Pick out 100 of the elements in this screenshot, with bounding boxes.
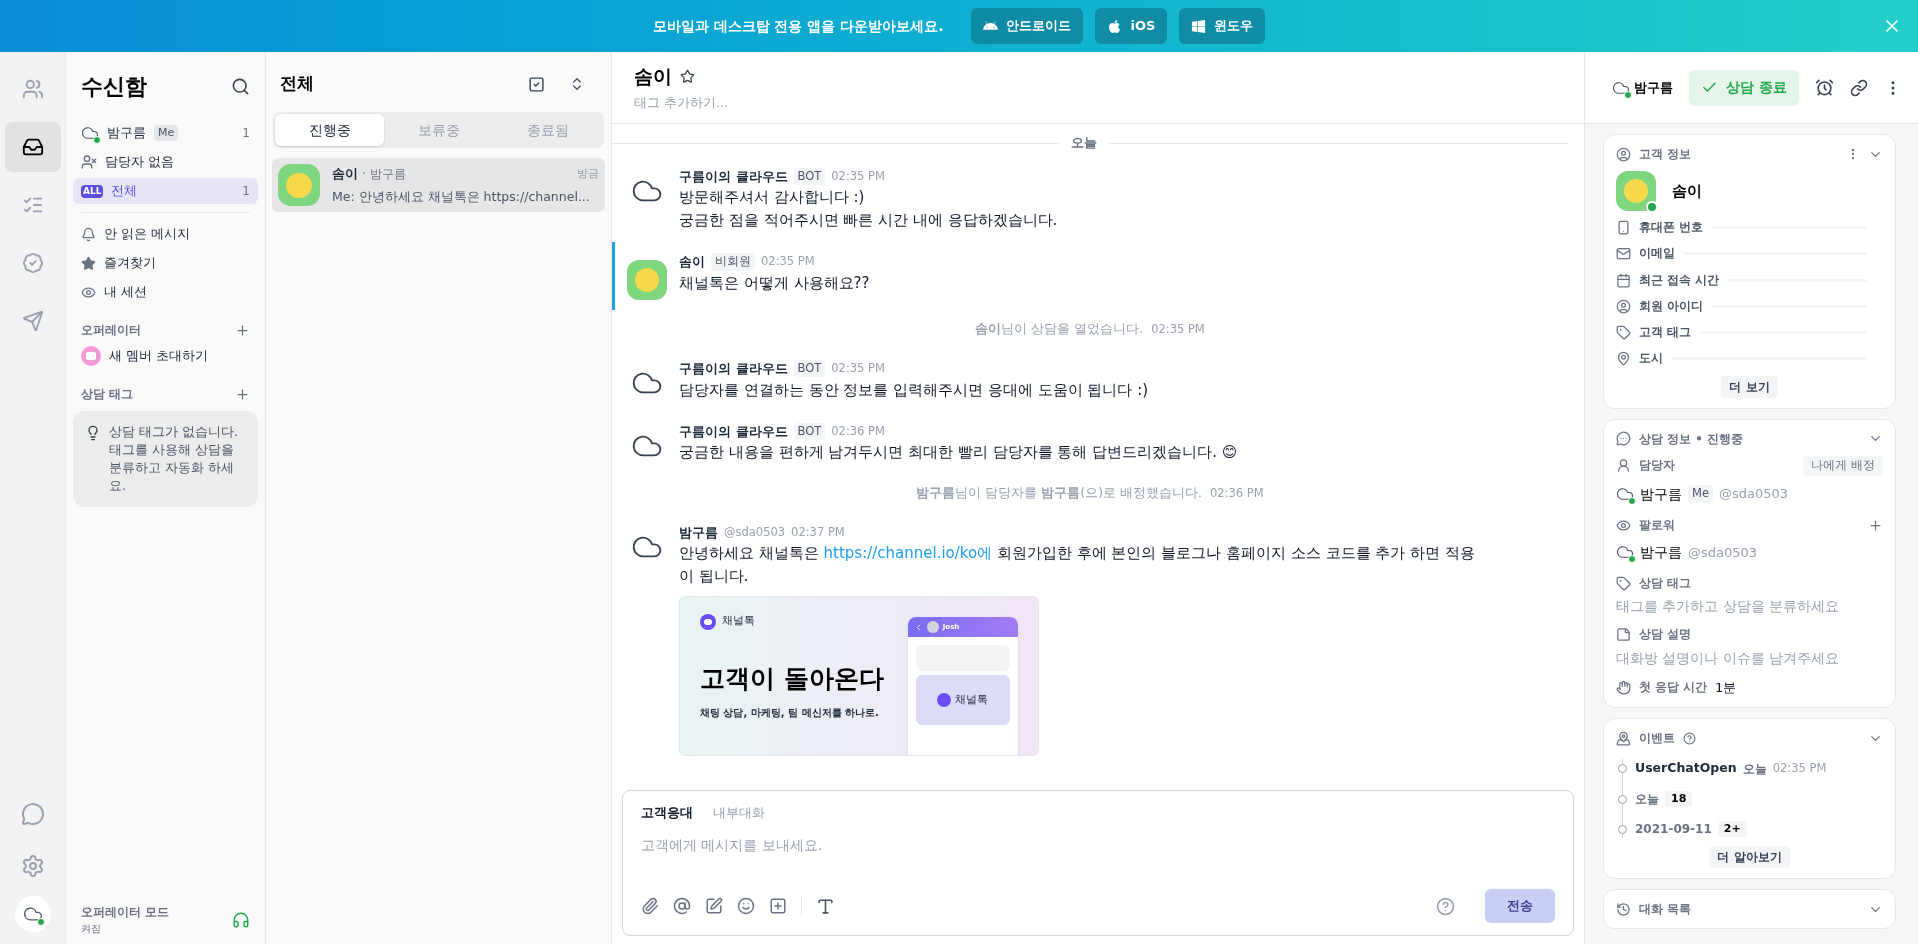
link-icon[interactable]: [1850, 78, 1868, 97]
sender-name: 밤구름: [679, 523, 718, 542]
message-preview: Me: 안녕하세요 채널톡은 https://channel...: [332, 187, 591, 206]
item-label: 담당자 없음: [105, 153, 175, 172]
star-icon[interactable]: [680, 68, 695, 84]
first-response-time: 1분: [1715, 678, 1737, 697]
add-icon[interactable]: [235, 386, 250, 402]
help-icon[interactable]: [1683, 731, 1696, 745]
field-label: 담당자: [1639, 456, 1675, 474]
item-count: 1: [242, 183, 250, 200]
sidebar-item[interactable]: 내 세션: [73, 279, 258, 305]
help-icon[interactable]: [1436, 896, 1455, 916]
sender-badge: BOT: [793, 422, 826, 440]
star-icon: [81, 255, 96, 271]
at-sign-icon[interactable]: [673, 897, 691, 915]
chat-list-item[interactable]: 솜이 · 밤구름 방금 Me: 안녕하세요 채널톡은 https://channel...: [272, 158, 605, 213]
message-text: 궁금한 점을 적어주시면 빠른 시간 내에 응답하겠습니다.: [679, 210, 1058, 232]
nav-button[interactable]: [4, 122, 61, 172]
eye-icon: [81, 284, 96, 300]
customer-name: 솜이: [1672, 180, 1702, 202]
card-title: 대화 목록: [1639, 901, 1692, 918]
add-square-icon[interactable]: [769, 897, 787, 915]
section-title: 오퍼레이터: [81, 322, 141, 339]
lightbulb-icon: [85, 425, 101, 441]
sender-name: 구름이의 클라우드: [679, 167, 788, 186]
message-text: 궁금한 내용을 편하게 남겨두시면 최대한 빨리 담당자를 통해 답변드리겠습니다. 😊: [679, 442, 1238, 463]
tag-icon: [1616, 325, 1631, 341]
card-title: 이벤트: [1639, 730, 1675, 748]
sidebar-item[interactable]: 즐겨찾기: [73, 250, 258, 276]
text-format-icon[interactable]: [816, 896, 835, 916]
cloud-avatar-icon: [81, 124, 99, 142]
sender-name: 구름이의 클라우드: [679, 360, 788, 378]
card-title: 고객 정보: [1639, 146, 1692, 163]
calendar-icon: [1616, 272, 1631, 288]
avatar: [278, 164, 320, 207]
status-tab[interactable]: 진행중: [275, 114, 384, 146]
cloud-avatar-icon: [1616, 543, 1634, 562]
event-count: 2+: [1717, 820, 1747, 838]
field-label: 이메일: [1639, 245, 1675, 263]
sender-name: 구름이의 클라우드: [679, 422, 788, 441]
cloud-avatar-icon: [1616, 485, 1634, 503]
message-link[interactable]: https://channel.io/ko에: [823, 544, 993, 563]
item-label: 밤구름: [107, 124, 146, 143]
message-time: 02:35 PM: [1151, 321, 1205, 338]
smile-icon[interactable]: [737, 897, 755, 915]
event-time: 02:35 PM: [1772, 760, 1827, 777]
learn-more-button[interactable]: 더 알아보기: [1709, 846, 1790, 868]
me-badge: Me: [1688, 485, 1713, 503]
logo-text: 채널톡: [955, 692, 989, 708]
event-date: 오늘: [1635, 791, 1659, 808]
windows-icon: [1191, 18, 1207, 34]
profile-button[interactable]: [14, 896, 51, 932]
badge-check-icon: [21, 252, 44, 274]
avatar: [1616, 171, 1656, 211]
event-count: 18: [1665, 790, 1693, 808]
edit-icon[interactable]: [705, 897, 723, 915]
sidebar-item[interactable]: 담당자 없음: [73, 149, 258, 175]
section-title: 상담 태그: [81, 386, 134, 403]
app-download-button[interactable]: 윈도우: [1179, 8, 1266, 44]
assign-to-me-button[interactable]: 나에게 배정: [1803, 455, 1883, 476]
message-text: 채널톡은 어떻게 사용해요??: [679, 272, 870, 294]
empty-tags-text: 상담 태그가 없습니다. 태그를 사용해 상담을 분류하고 자동화 하세요.: [109, 423, 239, 495]
user-circle-icon: [1616, 146, 1631, 162]
user-icon: [1616, 458, 1631, 473]
map-pin-icon: [1616, 351, 1631, 367]
event-date: 2021-09-11: [1635, 821, 1712, 838]
message-time: 02:37 PM: [791, 523, 845, 541]
paperclip-icon[interactable]: [641, 897, 659, 915]
message-input[interactable]: 고객에게 메시지를 보내세요.: [641, 834, 1555, 856]
apple-icon: [1107, 18, 1123, 34]
operator-mode-label: 오퍼레이터 모드: [81, 904, 170, 921]
app-download-button[interactable]: 안드로이드: [971, 8, 1084, 44]
operator-mode-status: 켜짐: [81, 922, 102, 936]
add-icon[interactable]: [1868, 517, 1883, 533]
search-icon[interactable]: [231, 76, 250, 96]
sidebar-item[interactable]: 안 읽은 메시지: [73, 221, 258, 247]
inbox-icon: [21, 136, 44, 158]
field-label: 회원 아이디: [1639, 297, 1703, 315]
composer-tab[interactable]: 고객응대: [641, 803, 693, 823]
invite-member-item[interactable]: 새 멤버 초대하기: [73, 343, 258, 369]
app-download-button[interactable]: iOS: [1095, 8, 1168, 44]
event-date: 오늘: [1742, 760, 1767, 778]
sender-badge: BOT: [793, 360, 826, 378]
select-icon[interactable]: [528, 75, 545, 93]
sidebar-item[interactable]: 밤구름 Me 1: [73, 120, 258, 146]
chat-logo-icon: [700, 613, 716, 630]
chat-dots-icon: [1616, 431, 1631, 446]
item-label: 전체: [111, 182, 138, 201]
headphones-icon[interactable]: [232, 910, 250, 929]
assignee-handle: @sda0503: [1719, 485, 1789, 504]
alarm-clock-icon[interactable]: [1815, 78, 1834, 97]
show-more-button[interactable]: 더 보기: [1721, 375, 1778, 398]
logo-text: 채널톡: [722, 613, 755, 630]
follower-handle: @sda0503: [1688, 543, 1758, 562]
sidebar-item[interactable]: ALL 전체 1: [73, 178, 258, 204]
message-text: 담당자를 연결하는 동안 정보를 입력해주시면 응대에 도움이 됩니다 :): [679, 379, 1149, 401]
system-message: 솜이님이 상담을 열었습니다.: [975, 320, 1144, 339]
sender-handle: @sda0503: [724, 523, 786, 541]
assignee-name: · 밤구름: [362, 165, 406, 183]
add-icon[interactable]: [235, 322, 250, 338]
